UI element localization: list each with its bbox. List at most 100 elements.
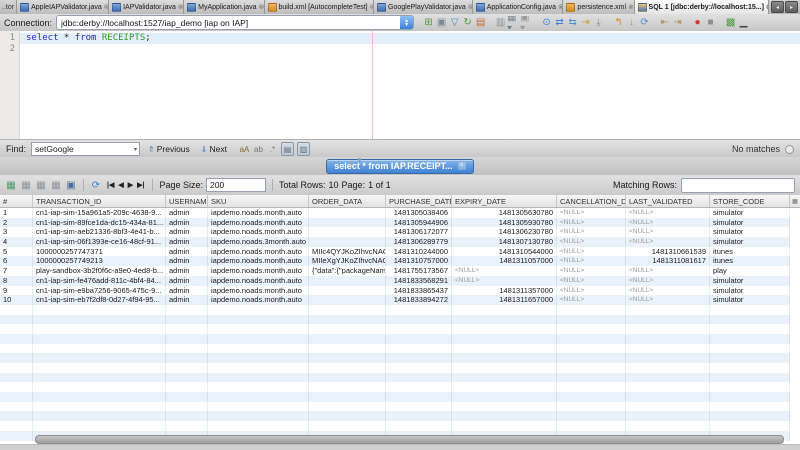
table-cell[interactable]: cn1-iap-sim-89fce1da-dc15-434a-81... — [33, 218, 166, 228]
empty-cell[interactable] — [208, 305, 309, 315]
table-cell[interactable]: play — [710, 266, 790, 276]
empty-cell[interactable] — [386, 363, 452, 373]
table-cell[interactable]: <NULL> — [557, 208, 626, 218]
column-header[interactable]: STORE_CODE — [710, 195, 790, 207]
empty-cell[interactable] — [166, 382, 208, 392]
save-all-icon[interactable]: ▦ ▾ — [507, 16, 520, 29]
close-icon[interactable]: × — [458, 162, 466, 170]
editor-tab[interactable]: SQL 1 [jdbc:derby://localhost:15...]⊗ — [635, 0, 769, 14]
table-cell[interactable]: <NULL> — [557, 218, 626, 228]
table-row[interactable]: 61000000257749213adminiapdemo.noads.mont… — [0, 256, 800, 266]
stop-icon[interactable]: ■ — [704, 16, 717, 29]
empty-cell[interactable] — [166, 373, 208, 383]
empty-row[interactable] — [0, 344, 800, 354]
refresh-icon[interactable]: ↻ — [461, 16, 474, 29]
table-cell[interactable]: 1481311657000 — [452, 295, 557, 305]
whole-word-icon[interactable]: ab — [253, 143, 264, 155]
empty-cell[interactable] — [309, 334, 386, 344]
empty-cell[interactable] — [557, 334, 626, 344]
find-next-button[interactable]: ⇓ Next — [198, 143, 230, 155]
empty-cell[interactable] — [626, 363, 710, 373]
empty-cell[interactable] — [309, 353, 386, 363]
empty-cell[interactable] — [166, 402, 208, 412]
empty-cell[interactable] — [452, 421, 557, 431]
next-page-button[interactable]: ▶ — [126, 181, 135, 189]
truncate-table-icon[interactable]: ▣ — [65, 179, 77, 191]
column-selector-button[interactable]: ▦ — [790, 195, 800, 207]
empty-cell[interactable] — [208, 344, 309, 354]
table-cell[interactable]: 8 — [0, 276, 33, 286]
column-header[interactable]: EXPIRY_DATE — [452, 195, 557, 207]
empty-cell[interactable] — [557, 315, 626, 325]
empty-cell[interactable] — [452, 402, 557, 412]
empty-cell[interactable] — [452, 344, 557, 354]
empty-cell[interactable] — [626, 402, 710, 412]
empty-cell[interactable] — [557, 411, 626, 421]
empty-row[interactable] — [0, 363, 800, 373]
empty-cell[interactable] — [33, 382, 166, 392]
empty-cell[interactable] — [0, 402, 33, 412]
jump-down-icon[interactable]: ↓ — [625, 16, 638, 29]
empty-cell[interactable] — [557, 373, 626, 383]
empty-cell[interactable] — [0, 344, 33, 354]
empty-cell[interactable] — [386, 402, 452, 412]
empty-cell[interactable] — [33, 363, 166, 373]
editor-tab[interactable]: build.xml [AutocompleteTest]⊗ — [265, 0, 375, 14]
empty-cell[interactable] — [452, 315, 557, 325]
new-file-icon[interactable]: ⊞ — [422, 16, 435, 29]
table-cell[interactable] — [309, 227, 386, 237]
empty-cell[interactable] — [309, 324, 386, 334]
empty-cell[interactable] — [710, 402, 790, 412]
empty-cell[interactable] — [626, 344, 710, 354]
find-input[interactable]: setGoogle ▾ — [31, 142, 140, 156]
empty-cell[interactable] — [626, 353, 710, 363]
empty-cell[interactable] — [626, 421, 710, 431]
empty-cell[interactable] — [710, 363, 790, 373]
empty-cell[interactable] — [0, 334, 33, 344]
table-cell[interactable]: <NULL> — [557, 276, 626, 286]
empty-cell[interactable] — [710, 315, 790, 325]
empty-cell[interactable] — [626, 334, 710, 344]
column-header[interactable]: CANCELLATION_DATE — [557, 195, 626, 207]
empty-cell[interactable] — [208, 324, 309, 334]
table-cell[interactable]: <NULL> — [626, 227, 710, 237]
empty-cell[interactable] — [386, 382, 452, 392]
table-cell[interactable]: 5 — [0, 247, 33, 257]
empty-cell[interactable] — [0, 373, 33, 383]
table-row[interactable]: 10cn1-iap-sim-eb7f2df8-0d27-4f94-95...ad… — [0, 295, 800, 305]
table-cell[interactable]: cn1-iap-sim-aeb21336-8bf3-4e41-b... — [33, 227, 166, 237]
empty-cell[interactable] — [166, 411, 208, 421]
table-cell[interactable]: simulator — [710, 218, 790, 228]
record-icon[interactable]: ● — [691, 16, 704, 29]
empty-row[interactable] — [0, 324, 800, 334]
empty-cell[interactable] — [626, 305, 710, 315]
empty-row[interactable] — [0, 305, 800, 315]
empty-cell[interactable] — [33, 344, 166, 354]
help-icon[interactable] — [785, 145, 794, 154]
sql-statement-line[interactable]: select * from RECEIPTS; — [20, 33, 800, 44]
table-cell[interactable]: MIIc4QYJKoZIhvcNAQc... — [309, 247, 386, 257]
table-cell[interactable]: admin — [166, 266, 208, 276]
table-cell[interactable]: admin — [166, 286, 208, 296]
empty-cell[interactable] — [208, 402, 309, 412]
empty-cell[interactable] — [710, 421, 790, 431]
empty-cell[interactable] — [309, 315, 386, 325]
empty-cell[interactable] — [557, 402, 626, 412]
table-cell[interactable] — [309, 276, 386, 286]
empty-cell[interactable] — [309, 382, 386, 392]
empty-row[interactable] — [0, 315, 800, 325]
empty-cell[interactable] — [386, 421, 452, 431]
empty-cell[interactable] — [309, 344, 386, 354]
new-project-icon[interactable]: ▣ — [435, 16, 448, 29]
editor-tab[interactable]: persistence.xml⊗ — [563, 0, 634, 14]
table-cell[interactable]: admin — [166, 208, 208, 218]
empty-cell[interactable] — [33, 353, 166, 363]
empty-cell[interactable] — [309, 373, 386, 383]
empty-cell[interactable] — [0, 363, 33, 373]
table-cell[interactable]: 9 — [0, 286, 33, 296]
table-cell[interactable]: cn1-iap-sim-06f1393e-ce16-48cf-91... — [33, 237, 166, 247]
column-header[interactable]: TRANSACTION_ID — [33, 195, 166, 207]
table-cell[interactable]: 1481310544000 — [452, 247, 557, 257]
table-row[interactable]: 7play-sandbox-3b2f0f6c-a9e0-4ed8-b...adm… — [0, 266, 800, 276]
empty-cell[interactable] — [557, 305, 626, 315]
